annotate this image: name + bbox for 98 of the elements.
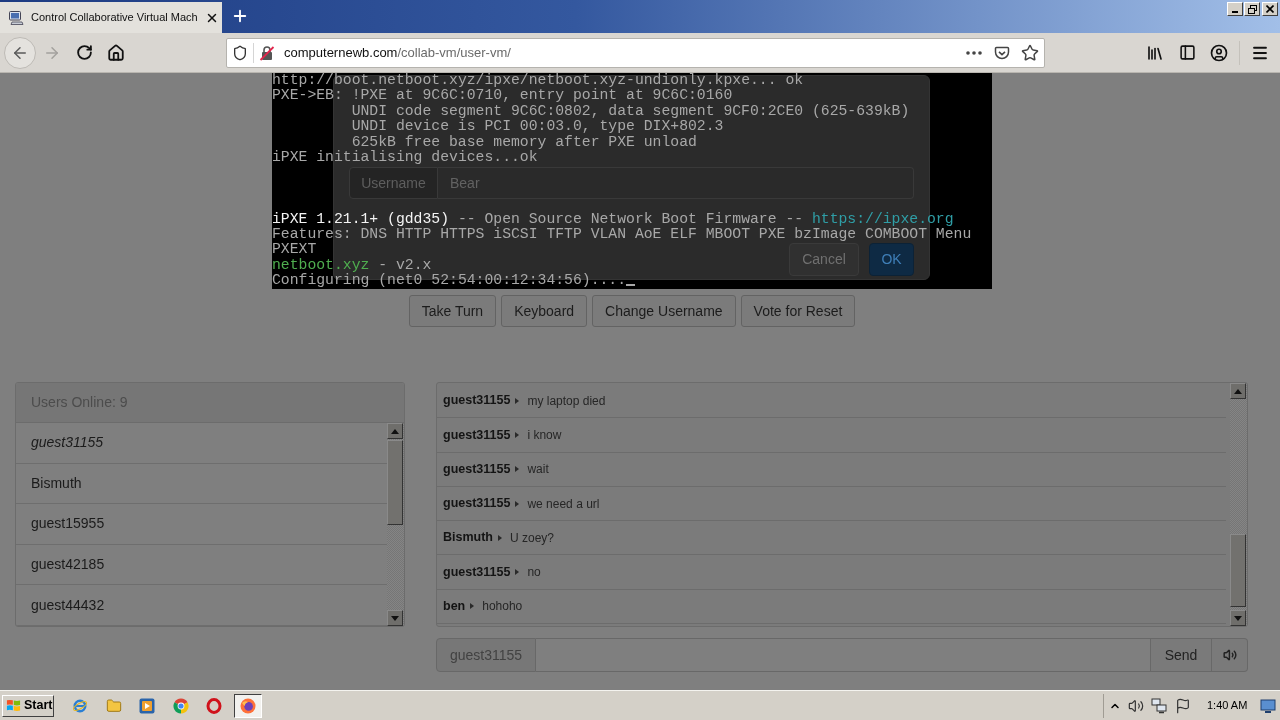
terminal-line: iPXE 1.21.1+ (gdd35) -- Open Source Network Boot Firmware -- https://ipxe.org <box>272 211 954 227</box>
star-icon <box>1021 43 1039 62</box>
scrollbar[interactable] <box>1230 383 1247 626</box>
user-list-item[interactable]: guest42185 <box>16 544 387 586</box>
volume-icon[interactable] <box>1128 697 1144 714</box>
start-button[interactable]: Start <box>2 694 54 717</box>
network-icon[interactable] <box>1151 697 1167 714</box>
terminal-line: Features: DNS HTTP HTTPS iSCSI TFTP VLAN AoE ELF MBOOT PXE bzImage COMBOOT Menu <box>272 226 972 243</box>
scrollbar-thumb[interactable] <box>387 440 403 525</box>
triangle-right-icon <box>515 431 520 438</box>
user-list-item[interactable]: guest44432 <box>16 585 387 626</box>
new-tab-button[interactable] <box>231 7 249 25</box>
terminal-line: UNDI device is PCI 00:03.0, type DIX+802.3 <box>351 119 724 135</box>
chat-username: guest31155 <box>443 563 511 581</box>
triangle-right-icon <box>515 466 520 473</box>
library-icon <box>1146 43 1164 62</box>
taskbar-button[interactable] <box>233 693 262 718</box>
flag-icon[interactable] <box>1175 697 1191 714</box>
folder-icon <box>105 697 122 714</box>
text-cursor-icon <box>626 284 636 287</box>
computer-icon <box>8 9 24 26</box>
triangle-up-icon <box>391 428 399 434</box>
user-list-item[interactable]: guest31155 <box>16 423 387 464</box>
vm-action-button[interactable]: Take Turn <box>408 295 497 327</box>
chat-username: guest31155 <box>443 392 511 410</box>
play-icon <box>139 697 155 714</box>
scroll-down-button[interactable] <box>387 610 403 626</box>
scroll-up-button[interactable] <box>1230 383 1246 399</box>
chat-username: ben <box>443 598 466 616</box>
chat-message-text: i know <box>527 426 562 444</box>
triangle-right-icon <box>498 534 502 541</box>
triangle-right-icon <box>470 603 475 610</box>
close-icon <box>1266 5 1274 13</box>
more-icon <box>966 50 982 55</box>
cancel-button[interactable]: Cancel <box>789 243 859 276</box>
triangle-right-icon <box>515 569 520 576</box>
home-icon <box>107 43 125 62</box>
chat-username: guest31155 <box>443 426 511 444</box>
triangle-right-icon <box>515 397 520 404</box>
terminal-line: UNDI code segment 9C6C:0802, data segment 9CF0:2CE0 (625-639kB) <box>351 103 910 119</box>
chat-message-text: we need a url <box>527 495 600 513</box>
shield-icon <box>232 44 248 61</box>
e-ring-icon <box>72 697 88 714</box>
show-desktop-icon[interactable] <box>1260 697 1276 714</box>
address-bar[interactable]: computernewb.com/collab-vm/user-vm/ <box>226 37 1045 68</box>
scrollbar-thumb[interactable] <box>1230 534 1246 607</box>
lock-slash-icon <box>259 44 275 61</box>
vm-action-button[interactable]: Keyboard <box>501 295 588 327</box>
vm-action-button[interactable]: Change Username <box>592 295 736 327</box>
ring-icon <box>206 697 222 714</box>
triangle-down-icon <box>391 615 399 621</box>
triangle-up-icon <box>1234 388 1242 394</box>
chat-message-text: my laptop died <box>527 392 606 410</box>
circle-logo-icon <box>239 697 256 714</box>
pocket-icon <box>994 44 1010 61</box>
browser-tab[interactable]: Control Collaborative Virtual Mach <box>0 2 222 33</box>
close-window-button[interactable] <box>1262 2 1278 16</box>
scroll-down-button[interactable] <box>1230 610 1246 626</box>
chat-username: guest31155 <box>443 495 511 513</box>
windows-flag-icon <box>6 698 21 713</box>
chat-message-text: wait <box>527 461 549 479</box>
ok-button[interactable]: OK <box>869 243 914 276</box>
terminal-line: netboot.xyz - v2.x <box>272 257 432 273</box>
scroll-up-button[interactable] <box>387 423 403 439</box>
scrollbar[interactable] <box>387 423 404 626</box>
terminal-line: PXE->EB: !PXE at 9C6C:0710, entry point at 9C6C:0160 <box>272 88 733 104</box>
clock[interactable]: 1:40 AM <box>1207 697 1252 714</box>
terminal-line: PXEXT <box>272 242 317 258</box>
restore-button[interactable] <box>1244 2 1260 16</box>
chat-username: Bismuth <box>443 529 493 547</box>
send-button[interactable]: Send <box>1150 638 1212 672</box>
user-list-item[interactable]: Bismuth <box>16 463 387 505</box>
account-icon <box>1210 43 1228 62</box>
plus-icon <box>231 7 249 25</box>
chat-username: guest31155 <box>443 460 511 478</box>
back-button[interactable] <box>4 36 36 69</box>
triangle-right-icon <box>515 500 520 507</box>
speaker-icon <box>1222 648 1237 662</box>
url-text: computernewb.com/collab-vm/user-vm/ <box>284 43 511 62</box>
vm-screen[interactable] <box>272 73 992 289</box>
restore-icon <box>1247 4 1257 14</box>
chat-message-text: no <box>527 564 541 582</box>
chat-message-text: U zoey? <box>510 529 555 547</box>
terminal-line: 625kB free base memory after PXE unload <box>351 134 697 150</box>
username-field[interactable]: Bear <box>438 167 914 199</box>
user-list-item[interactable]: guest15955 <box>16 504 387 545</box>
terminal-line: Configuring (net0 52:54:00:12:34:56).... <box>272 273 627 289</box>
input-addon: Username <box>349 167 438 199</box>
terminal-line: http://boot.netboot.xyz/ipxe/netboot.xyz-undionly.kpxe... ok <box>272 73 804 89</box>
minimize-button[interactable] <box>1227 2 1243 16</box>
terminal-line: iPXE initialising devices...ok <box>272 149 538 166</box>
segmented-circle-icon <box>172 697 189 714</box>
chat-message-text: hohoho <box>482 598 523 616</box>
vm-action-button[interactable]: Vote for Reset <box>740 295 856 327</box>
triangle-down-icon <box>1234 615 1242 621</box>
sound-button[interactable] <box>1212 638 1248 672</box>
sidebar-icon <box>1178 44 1196 61</box>
reload-icon <box>75 44 93 61</box>
